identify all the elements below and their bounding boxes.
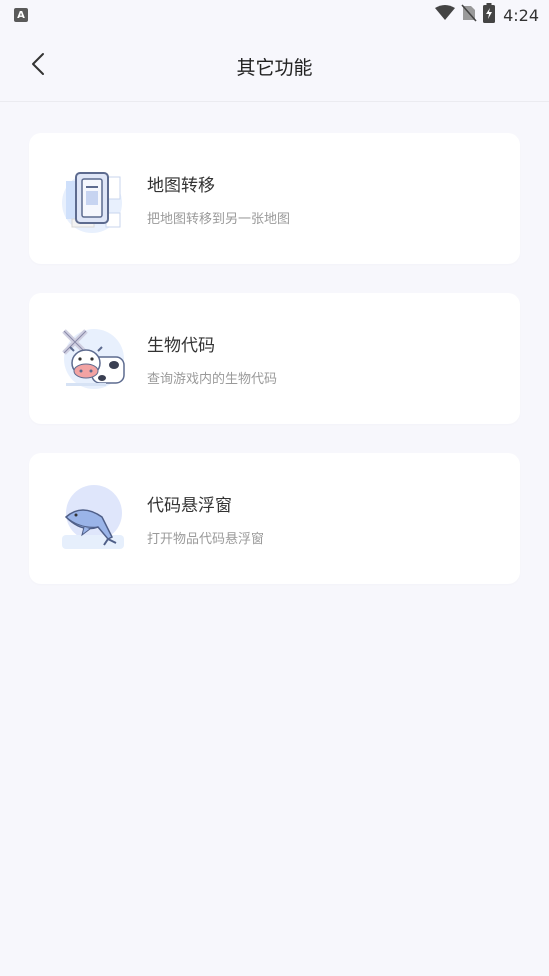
back-button[interactable] <box>20 48 56 84</box>
card-map-transfer[interactable]: 地图转移 把地图转移到另一张地图 <box>29 133 520 264</box>
whale-icon <box>56 483 128 555</box>
status-time: 4:24 <box>503 5 539 25</box>
status-bar: A 4:24 <box>0 0 549 30</box>
card-subtitle: 查询游戏内的生物代码 <box>147 371 278 387</box>
card-subtitle: 打开物品代码悬浮窗 <box>147 531 265 547</box>
card-title: 生物代码 <box>147 335 215 356</box>
no-sim-icon <box>461 4 477 26</box>
chevron-left-icon <box>31 52 45 80</box>
wifi-icon <box>435 5 456 25</box>
card-subtitle: 把地图转移到另一张地图 <box>147 211 291 227</box>
battery-charging-icon <box>483 3 496 27</box>
card-title: 代码悬浮窗 <box>147 495 232 516</box>
app-bar: 其它功能 <box>0 30 549 102</box>
card-creature-code[interactable]: 生物代码 查询游戏内的生物代码 <box>29 293 520 424</box>
map-transfer-icon <box>56 163 128 235</box>
cow-icon <box>56 323 128 395</box>
card-title: 地图转移 <box>147 175 215 196</box>
card-code-floating-window[interactable]: 代码悬浮窗 打开物品代码悬浮窗 <box>29 453 520 584</box>
app-notification-icon: A <box>14 8 28 22</box>
page-title: 其它功能 <box>236 56 313 79</box>
